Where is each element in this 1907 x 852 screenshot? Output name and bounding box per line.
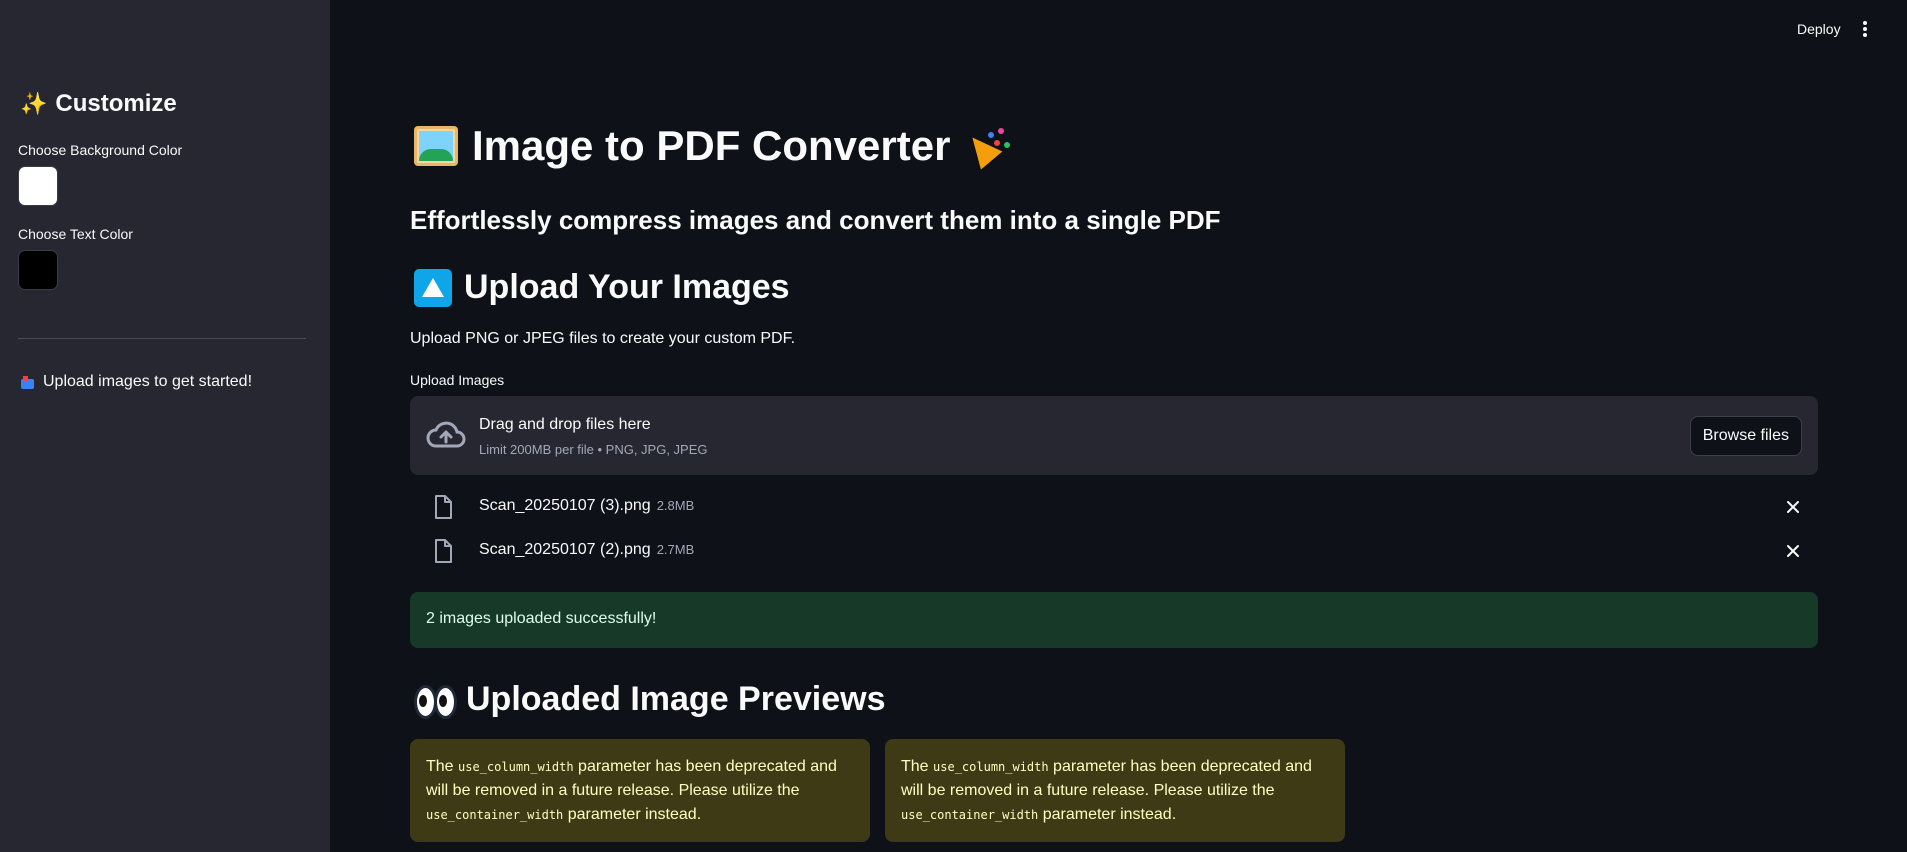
deploy-button[interactable]: Deploy	[1797, 21, 1841, 37]
previews-heading-text: Uploaded Image Previews	[466, 680, 886, 718]
sidebar: ✨ Customize Choose Background Color Choo…	[0, 0, 330, 852]
sidebar-info-text: Upload images to get started!	[43, 373, 253, 390]
warning-code: use_column_width	[458, 760, 574, 774]
uploader-label: Upload Images	[410, 372, 505, 388]
upload-description: Upload PNG or JPEG files to create your …	[410, 330, 796, 347]
sidebar-title-text: Customize	[55, 90, 177, 117]
up-arrow-icon	[414, 268, 452, 307]
bg-color-picker[interactable]	[18, 166, 58, 206]
cloud-upload-icon	[426, 421, 466, 448]
eyes-icon	[414, 684, 457, 719]
file-icon	[435, 495, 452, 519]
file-name: Scan_20250107 (2).png 2.7MB	[479, 541, 694, 559]
page-title: Image to PDF Converter	[414, 122, 1008, 170]
sidebar-divider	[18, 338, 306, 339]
mailbox-icon	[20, 375, 35, 390]
dropzone-title: Drag and drop files here	[479, 416, 651, 433]
browse-files-button[interactable]: Browse files	[1689, 416, 1802, 456]
uploaded-file-row: Scan_20250107 (3).png 2.8MB	[410, 487, 1818, 527]
framed-picture-icon	[414, 126, 458, 166]
file-name-text: Scan_20250107 (3).png	[479, 497, 651, 514]
warning-code: use_column_width	[933, 760, 1049, 774]
warning-code: use_container_width	[901, 808, 1039, 822]
file-size: 2.7MB	[656, 542, 695, 557]
uploaded-file-row: Scan_20250107 (2).png 2.7MB	[410, 531, 1818, 571]
party-popper-icon	[964, 124, 1008, 168]
remove-file-icon[interactable]	[1784, 542, 1802, 560]
deprecation-warning: The use_column_width parameter has been …	[885, 739, 1345, 842]
sparkles-icon: ✨	[20, 91, 48, 116]
previews-heading: Uploaded Image Previews	[414, 680, 886, 719]
upload-heading: Upload Your Images	[414, 268, 790, 307]
warning-code: use_container_width	[426, 808, 564, 822]
warning-text: parameter instead.	[563, 806, 702, 823]
warning-text: The	[426, 758, 459, 775]
file-dropzone[interactable]: Drag and drop files here Limit 200MB per…	[410, 396, 1818, 475]
page-title-text: Image to PDF Converter	[472, 122, 951, 169]
file-name-text: Scan_20250107 (2).png	[479, 541, 651, 558]
kebab-menu-icon[interactable]	[1860, 19, 1870, 39]
sidebar-info: Upload images to get started!	[20, 373, 252, 391]
warning-text: The	[901, 758, 934, 775]
warning-text: parameter instead.	[1038, 806, 1177, 823]
success-alert: 2 images uploaded successfully!	[410, 592, 1818, 648]
bg-color-label: Choose Background Color	[18, 142, 183, 158]
text-color-label: Choose Text Color	[18, 226, 133, 242]
text-color-picker[interactable]	[18, 250, 58, 290]
upload-heading-text: Upload Your Images	[464, 268, 790, 306]
file-name: Scan_20250107 (3).png 2.8MB	[479, 497, 694, 515]
file-size: 2.8MB	[656, 498, 695, 513]
success-message: 2 images uploaded successfully!	[426, 610, 657, 627]
deprecation-warning: The use_column_width parameter has been …	[410, 739, 870, 842]
page-subtitle: Effortlessly compress images and convert…	[410, 205, 1221, 235]
file-icon	[435, 539, 452, 563]
dropzone-limit: Limit 200MB per file • PNG, JPG, JPEG	[479, 442, 708, 457]
sidebar-title: ✨ Customize	[20, 90, 177, 118]
remove-file-icon[interactable]	[1784, 498, 1802, 516]
